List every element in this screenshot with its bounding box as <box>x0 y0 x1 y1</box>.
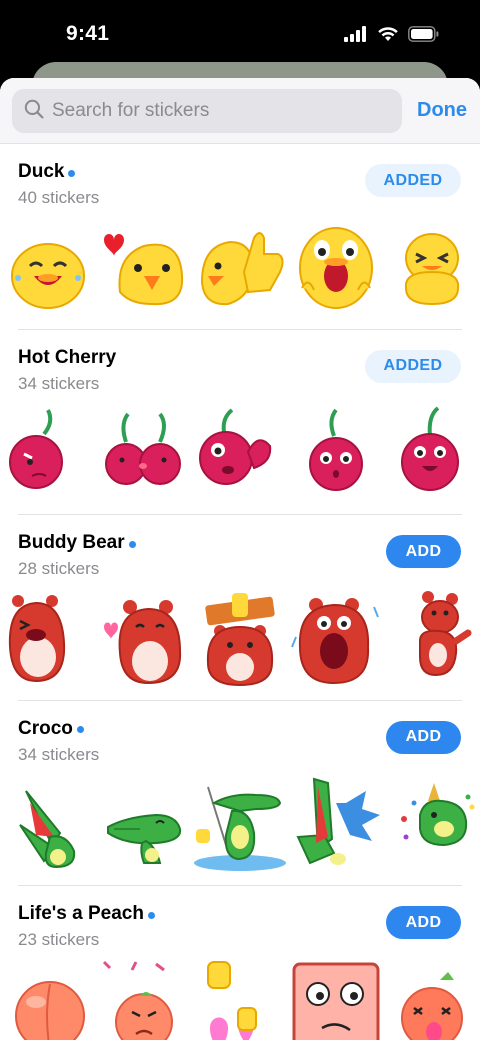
peach-tongue-sticker[interactable] <box>384 958 480 1040</box>
bear-screaming-sticker[interactable] <box>288 587 384 687</box>
cherry-waving-sticker[interactable] <box>192 402 288 502</box>
pack-title-label: Duck <box>18 161 65 182</box>
sticker-pack-croco: Croco 34 stickers ADD <box>0 701 480 886</box>
sticker-pack-list: Duck 40 stickers ADDED Hot Cherry 34 sti… <box>0 144 480 1040</box>
pack-count: 34 stickers <box>18 744 100 764</box>
cherry-sad-sticker[interactable] <box>0 402 96 502</box>
sticker-row <box>0 587 480 687</box>
duck-squinting-sticker[interactable] <box>384 216 480 316</box>
cherry-excited-sticker[interactable] <box>384 402 480 502</box>
sticker-row <box>0 958 480 1040</box>
peach-balloons-sticker[interactable] <box>192 958 288 1040</box>
sheet-header: Search for stickers Done <box>0 78 480 144</box>
pack-title: Life's a Peach <box>18 903 155 925</box>
pack-added-button[interactable]: ADDED <box>365 164 461 197</box>
status-bar: 9:41 <box>0 0 480 70</box>
battery-icon <box>408 26 440 47</box>
pack-count: 34 stickers <box>18 373 100 393</box>
peach-angry-sticker[interactable] <box>96 958 192 1040</box>
pack-add-button[interactable]: ADD <box>386 720 461 754</box>
bear-thumbs-sign-sticker[interactable] <box>192 587 288 687</box>
bear-dancing-sticker[interactable] <box>384 587 480 687</box>
search-placeholder: Search for stickers <box>52 100 210 121</box>
pack-add-button[interactable]: ADD <box>386 535 461 568</box>
pack-title: Buddy Bear <box>18 532 136 554</box>
sticker-sheet: Search for stickers Done Duck 40 sticker… <box>0 78 480 1040</box>
pack-count: 40 stickers <box>18 188 100 207</box>
pack-title: Hot Cherry <box>18 347 116 369</box>
pack-title: Croco <box>18 718 84 740</box>
peach-plain-sticker[interactable] <box>0 958 96 1040</box>
croco-party-sticker[interactable] <box>384 773 480 873</box>
cherry-pair-kiss-sticker[interactable] <box>96 402 192 502</box>
pack-title-label: Life's a Peach <box>18 903 144 924</box>
croco-laughing-sticker[interactable] <box>0 773 96 873</box>
sticker-row <box>0 402 480 502</box>
pack-count: 23 stickers <box>18 930 100 949</box>
wifi-icon <box>377 26 399 47</box>
new-indicator-dot <box>128 540 136 548</box>
croco-shouting-sticker[interactable] <box>288 773 384 873</box>
bear-laughing-sticker[interactable] <box>0 587 96 687</box>
croco-fishing-sticker[interactable] <box>192 773 288 873</box>
sticker-row <box>0 773 480 873</box>
sticker-pack-buddy-bear: Buddy Bear 28 stickers ADD <box>0 515 480 701</box>
status-time: 9:41 <box>66 22 110 45</box>
sticker-pack-duck: Duck 40 stickers ADDED <box>0 144 480 330</box>
duck-laughing-sticker[interactable] <box>0 216 96 316</box>
new-indicator-dot <box>147 911 155 919</box>
croco-lying-sticker[interactable] <box>96 773 192 873</box>
pack-added-button[interactable]: ADDED <box>365 349 461 383</box>
duck-thumbs-up-sticker[interactable] <box>192 216 288 316</box>
sticker-pack-lifes-a-peach: Life's a Peach 23 stickers ADD <box>0 886 480 1040</box>
pack-title-label: Hot Cherry <box>18 346 117 368</box>
pack-title-label: Buddy Bear <box>18 532 125 553</box>
duck-heart-sticker[interactable] <box>96 216 192 316</box>
search-input[interactable]: Search for stickers <box>12 89 402 133</box>
search-icon <box>24 99 44 124</box>
new-indicator-dot <box>68 169 76 177</box>
duck-shocked-sticker[interactable] <box>288 216 384 316</box>
status-icons <box>344 26 440 47</box>
pack-count: 28 stickers <box>18 559 100 578</box>
cellular-signal-icon <box>344 26 368 47</box>
pack-title: Duck <box>18 161 76 183</box>
bear-blowing-kiss-sticker[interactable] <box>96 587 192 687</box>
peach-square-face-sticker[interactable] <box>288 958 384 1040</box>
new-indicator-dot <box>76 726 84 733</box>
sticker-row <box>0 216 480 316</box>
sticker-pack-hot-cherry: Hot Cherry 34 stickers ADDED <box>0 330 480 515</box>
pack-add-button[interactable]: ADD <box>386 906 461 939</box>
pack-title-label: Croco <box>18 717 73 739</box>
cherry-surprised-sticker[interactable] <box>288 402 384 502</box>
done-button[interactable]: Done <box>417 99 467 122</box>
